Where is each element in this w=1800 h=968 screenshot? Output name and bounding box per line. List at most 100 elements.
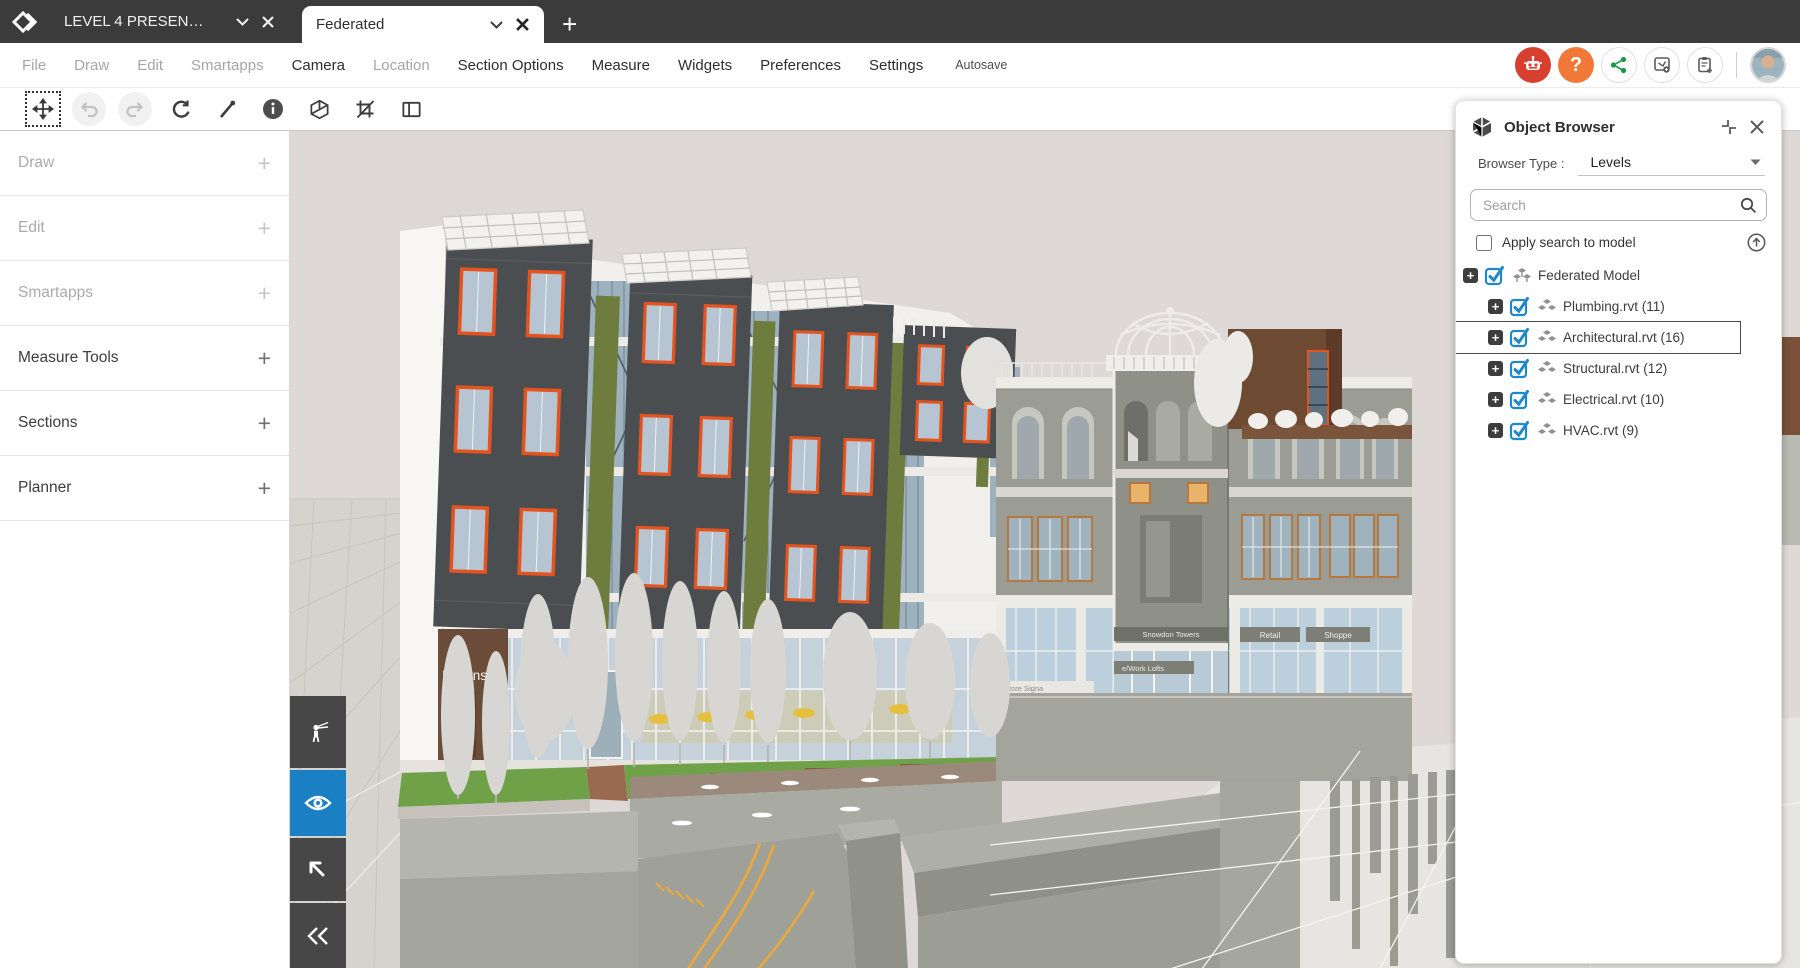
clipboard-add-icon[interactable] (1687, 47, 1723, 83)
model-tree: + Federated Model + (1456, 260, 1781, 446)
viewport-mode-toolbar (290, 694, 346, 968)
markup-icon[interactable] (1644, 47, 1680, 83)
close-tab-icon[interactable] (260, 14, 276, 30)
apply-search-label: Apply search to model (1502, 235, 1737, 250)
menu-file[interactable]: File (22, 57, 46, 74)
visibility-icon[interactable] (290, 770, 346, 836)
menu-settings[interactable]: Settings (869, 57, 923, 74)
menu-location[interactable]: Location (373, 57, 430, 74)
apply-search-row: Apply search to model (1476, 233, 1766, 252)
app-logo-icon[interactable] (0, 0, 50, 43)
collapse-panel-icon[interactable] (290, 903, 346, 968)
search-input[interactable] (1483, 198, 1739, 213)
crop-disabled-icon[interactable] (348, 92, 382, 126)
object-browser-icon (1470, 115, 1494, 139)
rotate-icon[interactable] (164, 92, 198, 126)
expand-node-icon[interactable]: + (1488, 392, 1503, 407)
expand-plus-icon: + (258, 345, 271, 372)
expand-node-icon[interactable]: + (1463, 268, 1478, 283)
menu-section-options[interactable]: Section Options (458, 57, 564, 74)
sidebar-section-smartapps[interactable]: Smartapps + (0, 261, 289, 326)
apply-search-checkbox[interactable] (1476, 235, 1492, 251)
close-panel-icon[interactable] (1749, 119, 1765, 135)
walk-mode-icon[interactable] (290, 696, 346, 768)
undo-icon[interactable] (72, 92, 106, 126)
browser-type-select[interactable]: Levels (1578, 151, 1765, 176)
sidebar-section-measure-tools[interactable]: Measure Tools + (0, 326, 289, 391)
browser-type-row: Browser Type : Levels (1478, 151, 1765, 176)
object-browser-panel: Object Browser Browser Type : Levels (1455, 100, 1782, 964)
tab-federated[interactable]: Federated (302, 6, 544, 43)
tree-row-structural[interactable]: + Structural.rvt (12) (1456, 353, 1781, 384)
bot-icon[interactable] (1515, 47, 1551, 83)
visibility-checkbox[interactable] (1484, 265, 1506, 286)
tree-row-architectural[interactable]: + Architectural.rvt (16) (1456, 322, 1740, 353)
search-box (1470, 189, 1767, 221)
application-window: LEVEL 4 PRESEN… Federated + File Draw Ed… (0, 0, 1800, 968)
share-icon[interactable] (1601, 47, 1637, 83)
model-icon (1537, 360, 1557, 378)
tree-row-electrical[interactable]: + Electrical.rvt (10) (1456, 384, 1781, 415)
menu-edit[interactable]: Edit (137, 57, 163, 74)
close-tab-icon[interactable] (514, 17, 530, 33)
menu-camera[interactable]: Camera (292, 57, 345, 74)
info-icon[interactable] (256, 92, 290, 126)
menu-widgets[interactable]: Widgets (678, 57, 732, 74)
help-icon[interactable]: ? (1558, 47, 1594, 83)
redo-icon[interactable] (118, 92, 152, 126)
visibility-checkbox[interactable] (1509, 358, 1531, 379)
model-icon (1512, 267, 1532, 285)
header-icon-group: ? (1515, 47, 1786, 83)
tab-label: Federated (316, 16, 478, 33)
search-icon[interactable] (1739, 196, 1757, 214)
measure-pin-icon[interactable] (210, 92, 244, 126)
split-view-icon[interactable] (394, 92, 428, 126)
model-icon (1537, 329, 1557, 347)
menu-bar: File Draw Edit Smartapps Camera Location… (0, 43, 1800, 88)
expand-plus-icon: + (258, 150, 271, 177)
expand-node-icon[interactable]: + (1488, 299, 1503, 314)
menu-smartapps[interactable]: Smartapps (191, 57, 264, 74)
tree-row-federated-model[interactable]: + Federated Model (1456, 260, 1781, 291)
facade-panel-1 (433, 235, 593, 632)
visibility-checkbox[interactable] (1509, 296, 1531, 317)
visibility-checkbox[interactable] (1509, 420, 1531, 441)
dock-panel-icon[interactable] (1719, 118, 1739, 136)
tree-row-plumbing[interactable]: + Plumbing.rvt (11) (1456, 291, 1781, 322)
menu-measure[interactable]: Measure (592, 57, 650, 74)
user-avatar[interactable] (1750, 47, 1786, 83)
upload-circle-icon[interactable] (1747, 233, 1766, 252)
tab-bar: LEVEL 4 PRESEN… Federated + (0, 0, 1800, 43)
expand-node-icon[interactable]: + (1488, 361, 1503, 376)
object-browser-header: Object Browser (1456, 101, 1781, 149)
chevron-down-icon[interactable] (488, 17, 504, 33)
browser-type-label: Browser Type : (1478, 156, 1564, 171)
tab-label: LEVEL 4 PRESEN… (64, 13, 224, 30)
chevron-down-icon[interactable] (234, 14, 250, 30)
sidebar-section-draw[interactable]: Draw + (0, 131, 289, 196)
expand-node-icon[interactable]: + (1488, 330, 1503, 345)
select-arrow-icon[interactable] (290, 838, 346, 901)
menu-draw[interactable]: Draw (74, 57, 109, 74)
store-signage: Store Signa (1004, 684, 1044, 693)
shoppe-sign: Shoppe (1324, 631, 1352, 640)
model-icon (1537, 298, 1557, 316)
move-tool-icon[interactable] (26, 92, 60, 126)
tree-row-hvac[interactable]: + HVAC.rvt (9) (1456, 415, 1781, 446)
expand-plus-icon: + (258, 215, 271, 242)
sidebar-section-planner[interactable]: Planner + (0, 456, 289, 521)
expand-plus-icon: + (258, 280, 271, 307)
sidebar-section-sections[interactable]: Sections + (0, 391, 289, 456)
menu-preferences[interactable]: Preferences (760, 57, 841, 74)
sidebar-section-edit[interactable]: Edit + (0, 196, 289, 261)
tab-level4-presentation[interactable]: LEVEL 4 PRESEN… (50, 0, 290, 43)
visibility-checkbox[interactable] (1509, 327, 1531, 348)
retail-sign: Retail (1260, 631, 1281, 640)
cube-icon[interactable] (302, 92, 336, 126)
lofts-sign: e/Work Lofts (1122, 664, 1164, 673)
visibility-checkbox[interactable] (1509, 389, 1531, 410)
towers-sign: Snowdon Towers (1143, 630, 1200, 639)
new-tab-button[interactable]: + (562, 11, 577, 37)
expand-node-icon[interactable]: + (1488, 423, 1503, 438)
autosave-label: Autosave (955, 58, 1007, 72)
